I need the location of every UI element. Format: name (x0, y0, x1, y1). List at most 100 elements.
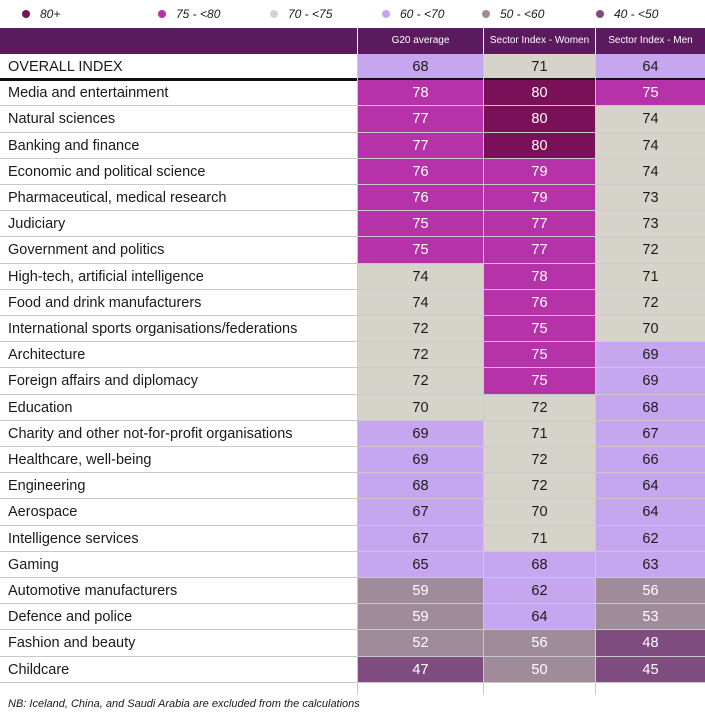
sector-index-women-cell: 75 (484, 316, 595, 342)
legend-swatch-icon (158, 10, 166, 18)
sector-index-men-cell: 71 (596, 263, 705, 290)
sector-index-men-cell: 53 (596, 604, 705, 631)
sector-index-men-cell: 74 (596, 106, 705, 133)
row-label: Intelligence services (8, 530, 139, 547)
row-label: Education (8, 399, 73, 416)
row-label: Charity and other not-for-profit organis… (8, 425, 293, 442)
table-row: Government and politics 75 77 72 (0, 237, 705, 264)
sector-index-men-cell: 48 (596, 630, 705, 657)
sector-index-men-cell: 66 (596, 447, 705, 473)
row-label: Defence and police (8, 609, 133, 626)
sector-index-women-cell: 78 (484, 263, 595, 290)
row-label: Banking and finance (8, 137, 140, 154)
table-row: Food and drink manufacturers 74 76 72 (0, 289, 705, 316)
table-header: G20 average Sector Index - Women Sector … (0, 28, 705, 54)
g20-average-cell: 76 (358, 185, 483, 211)
table-row: Fashion and beauty 52 56 48 (0, 630, 705, 657)
g20-average-cell: 74 (358, 263, 483, 290)
g20-average-cell: 52 (358, 630, 483, 657)
g20-average-cell: 72 (358, 342, 483, 369)
sector-index-women-cell: 70 (484, 499, 595, 526)
legend-label: 80+ (40, 7, 61, 21)
row-label: Automotive manufacturers (8, 583, 178, 599)
g20-average-cell: 68 (358, 54, 483, 80)
column-divider (357, 54, 358, 695)
sector-index-women-cell: 79 (484, 185, 595, 211)
sector-index-women-cell: 71 (484, 525, 595, 552)
table-row: Healthcare, well-being 69 72 66 (0, 447, 705, 473)
row-label: Media and entertainment (8, 85, 169, 102)
sector-index-men-cell: 73 (596, 185, 705, 211)
g20-average-cell: 70 (358, 394, 483, 421)
legend-label: 75 - <80 (176, 7, 221, 21)
g20-average-cell: 77 (358, 106, 483, 133)
legend-item: 80+ (22, 6, 60, 22)
sector-index-men-cell: 67 (596, 420, 705, 447)
row-label: Gaming (8, 556, 59, 573)
column-divider (595, 54, 596, 695)
sector-index-women-cell: 77 (484, 237, 595, 264)
legend-swatch-icon (270, 10, 278, 18)
table-row: Foreign affairs and diplomacy 72 75 69 (0, 368, 705, 395)
sector-index-women-cell: 72 (484, 473, 595, 500)
g20-average-cell: 74 (358, 289, 483, 316)
sector-index-men-cell: 63 (596, 551, 705, 578)
header-g20-average: G20 average (391, 35, 450, 46)
g20-average-cell: 76 (358, 158, 483, 185)
row-label: Food and drink manufacturers (8, 294, 202, 311)
header-sector-index-men: Sector Index - Men (608, 35, 693, 46)
row-label: International sports organisations/feder… (8, 321, 298, 337)
sector-index-women-cell: 75 (484, 342, 595, 369)
g20-average-cell: 68 (358, 473, 483, 500)
sector-index-men-cell: 68 (596, 394, 705, 421)
sector-index-men-cell: 69 (596, 368, 705, 395)
sector-index-men-cell: 64 (596, 54, 705, 80)
legend-item: 70 - <75 (270, 6, 332, 22)
sector-index-women-cell: 71 (484, 420, 595, 447)
legend-item: 75 - <80 (158, 6, 220, 22)
row-label: OVERALL INDEX (8, 59, 123, 75)
table-row: Natural sciences 77 80 74 (0, 106, 705, 133)
overall-index-row: OVERALL INDEX 68 71 64 (0, 54, 705, 80)
row-label: Aerospace (8, 504, 78, 521)
sector-index-women-cell: 76 (484, 289, 595, 316)
sector-index-women-cell: 72 (484, 394, 595, 421)
row-label: Healthcare, well-being (8, 452, 152, 468)
g20-average-cell: 78 (358, 80, 483, 107)
sector-index-women-cell: 75 (484, 368, 595, 395)
g20-average-cell: 67 (358, 499, 483, 526)
g20-average-cell: 77 (358, 132, 483, 159)
row-label: Judiciary (8, 216, 66, 233)
column-divider (483, 54, 484, 695)
sector-index-women-cell: 72 (484, 447, 595, 473)
sector-index-women-cell: 79 (484, 158, 595, 185)
sector-index-men-cell: 45 (596, 656, 705, 683)
legend-item: 60 - <70 (382, 6, 444, 22)
header-sector-index-women: Sector Index - Women (489, 35, 590, 46)
row-label: Engineering (8, 478, 86, 495)
sector-index-women-cell: 80 (484, 106, 595, 133)
table-row: Childcare 47 50 45 (0, 656, 705, 683)
legend: 80+ 75 - <80 70 - <75 60 - <70 50 - <60 40 - … (0, 0, 705, 28)
sector-index-men-cell: 56 (596, 578, 705, 604)
sector-index-men-cell: 70 (596, 316, 705, 342)
sector-index-men-cell: 62 (596, 525, 705, 552)
sector-index-women-cell: 50 (484, 656, 595, 683)
legend-item: 50 - <60 (482, 6, 544, 22)
sector-index-men-cell: 72 (596, 237, 705, 264)
table-row: Education 70 72 68 (0, 394, 705, 421)
sector-index-women-cell: 80 (484, 80, 595, 107)
sector-index-women-cell: 68 (484, 551, 595, 578)
sector-index-men-cell: 64 (596, 499, 705, 526)
g20-average-cell: 75 (358, 237, 483, 264)
table-row: Gaming 65 68 63 (0, 551, 705, 578)
g20-average-cell: 75 (358, 211, 483, 238)
table-row: Defence and police 59 64 53 (0, 604, 705, 631)
row-label: Fashion and beauty (8, 635, 136, 652)
legend-swatch-icon (382, 10, 390, 18)
row-label: Pharmaceutical, medical research (8, 190, 227, 206)
sector-index-women-cell: 62 (484, 578, 595, 604)
legend-label: 40 - <50 (614, 7, 659, 21)
legend-swatch-icon (596, 10, 604, 18)
g20-average-cell: 47 (358, 656, 483, 683)
